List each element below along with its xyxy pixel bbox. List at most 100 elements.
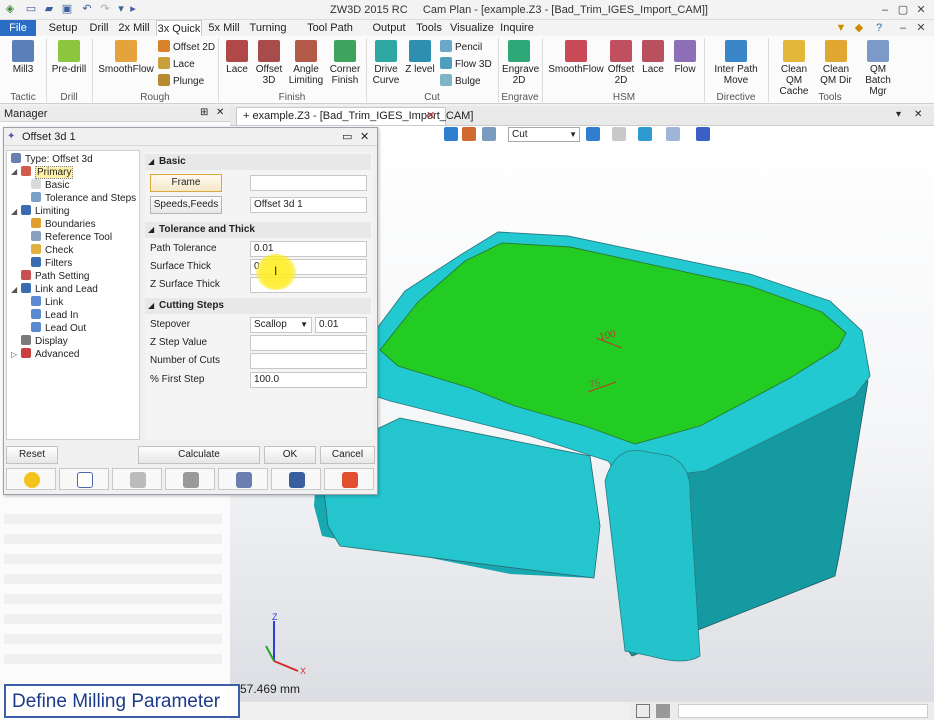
tree-link[interactable]: Link (31, 296, 63, 309)
dialog-minimize-button[interactable]: ▭ (342, 130, 352, 143)
hsm-lace-button[interactable]: Lace (638, 40, 668, 75)
stepover-mode-select[interactable]: Scallop ▼ (250, 317, 312, 333)
reset-button[interactable]: Reset (6, 446, 58, 464)
pin-icon[interactable]: ⊞ (200, 107, 208, 118)
tool-button[interactable] (218, 468, 268, 490)
inter-path-move-button[interactable]: Inter Path Move (710, 40, 762, 86)
cancel-button[interactable]: Cancel (320, 446, 375, 464)
section-basic[interactable]: ◢ Basic (145, 154, 371, 170)
tree-boundaries[interactable]: Boundaries (31, 218, 96, 231)
menu-2x-mill[interactable]: 2x Mill (116, 20, 152, 36)
close-window-button[interactable]: ✕ (914, 3, 928, 17)
rough-plunge-button[interactable]: Plunge (158, 74, 204, 90)
ribbon-option-icon[interactable]: ▼ (834, 21, 848, 35)
document-tab[interactable]: + example.Z3 - [Bad_Trim_IGES_Import_CAM… (236, 107, 473, 125)
menu-setup[interactable]: Setup (44, 20, 82, 36)
run-icon[interactable]: ▸ (126, 2, 140, 16)
tree-path-setting[interactable]: Path Setting (21, 270, 89, 283)
tree-reference-tool[interactable]: Reference Tool (31, 231, 112, 244)
offset-3d-button[interactable]: Offset 3D (254, 40, 284, 86)
collapse-icon[interactable]: ◢ (11, 285, 17, 294)
menu-3x-quick[interactable]: 3x Quick (156, 20, 202, 36)
tree-basic[interactable]: Basic (31, 179, 69, 192)
calculate-button[interactable]: Calculate (138, 446, 260, 464)
manager-close-icon[interactable]: ✕ (216, 107, 224, 118)
pre-drill-button[interactable]: Pre-drill (50, 40, 88, 75)
bulge-button[interactable]: Bulge (440, 74, 481, 90)
ok-button[interactable]: OK (264, 446, 316, 464)
viewport-close-icon[interactable]: ✕ (914, 109, 922, 120)
status-grid-icon[interactable] (656, 704, 670, 718)
new-file-icon[interactable]: ▭ (24, 2, 38, 16)
open-folder-icon[interactable]: ▰ (42, 2, 56, 16)
menu-5x-mill[interactable]: 5x Mill (206, 20, 242, 36)
redo-icon[interactable]: ↷ (98, 2, 112, 16)
machine-button[interactable] (165, 468, 215, 490)
doc-close-button[interactable]: ✕ (914, 21, 928, 35)
clean-qm-cache-button[interactable]: Clean QM Cache (772, 40, 816, 97)
menu-drill[interactable]: Drill (84, 20, 114, 36)
tree-tolerance[interactable]: Tolerance and Steps (31, 192, 136, 205)
hsm-flow-button[interactable]: Flow (670, 40, 700, 75)
finish-lace-button[interactable]: Lace (222, 40, 252, 75)
maximize-button[interactable]: ▢ (896, 3, 910, 17)
clean-qm-dir-button[interactable]: Clean QM Dir (818, 40, 854, 86)
rough-smoothflow-button[interactable]: SmoothFlow (98, 40, 154, 75)
save-params-button[interactable] (271, 468, 321, 490)
pencil-button[interactable]: Pencil (440, 40, 482, 56)
menu-turning[interactable]: Turning (248, 20, 288, 36)
hsm-offset-2d-button[interactable]: Offset 2D (606, 40, 636, 86)
section-cutting-steps[interactable]: ◢ Cutting Steps (145, 298, 371, 314)
corner-finish-button[interactable]: Corner Finish (328, 40, 362, 86)
save-icon[interactable]: ▣ (60, 2, 74, 16)
tree-advanced[interactable]: Advanced (21, 348, 79, 361)
speeds-feeds-field[interactable]: Offset 3d 1 (250, 197, 367, 213)
expand-icon[interactable]: ▷ (11, 350, 17, 359)
menu-file[interactable]: File (0, 20, 36, 36)
collapse-icon[interactable]: ◢ (11, 207, 17, 216)
rough-lace-button[interactable]: Lace (158, 57, 195, 73)
tree-lead-out[interactable]: Lead Out (31, 322, 86, 335)
help-icon[interactable]: ? (872, 21, 886, 35)
load-params-button[interactable] (324, 468, 374, 490)
collapse-icon[interactable]: ◢ (11, 167, 17, 176)
menu-output[interactable]: Output (370, 20, 408, 36)
edit-button[interactable] (59, 468, 109, 490)
speeds-feeds-button[interactable]: Speeds,Feeds (150, 196, 222, 214)
tab-list-icon[interactable]: ▾ (896, 109, 901, 120)
tree-lead-in[interactable]: Lead In (31, 309, 78, 322)
style-icon[interactable]: ◆ (852, 21, 866, 35)
tree-display[interactable]: Display (21, 335, 68, 348)
tree-link-and-lead[interactable]: Link and Lead (21, 283, 98, 296)
command-input[interactable] (678, 704, 928, 718)
number-of-cuts-input[interactable] (250, 353, 367, 369)
hsm-smoothflow-button[interactable]: SmoothFlow (548, 40, 604, 75)
mill3-button[interactable]: Mill3 (6, 40, 40, 75)
engrave-2d-button[interactable]: Engrave 2D (502, 40, 539, 86)
menu-tools[interactable]: Tools (414, 20, 444, 36)
tree-check[interactable]: Check (31, 244, 73, 257)
z-level-button[interactable]: Z level (404, 40, 436, 75)
minimize-button[interactable]: – (878, 3, 892, 17)
menu-tool-path-editor[interactable]: Tool Path Editor (294, 20, 366, 50)
section-tolerance[interactable]: ◢ Tolerance and Thick (145, 222, 371, 238)
tree-type[interactable]: Type: Offset 3d (11, 153, 93, 166)
status-toggle-icon[interactable] (636, 704, 650, 718)
first-step-input[interactable]: 100.0 (250, 372, 367, 388)
qm-batch-mgr-button[interactable]: QM Batch Mgr (856, 40, 900, 97)
dialog-close-button[interactable]: ✕ (360, 130, 369, 143)
menu-visualize[interactable]: Visualize (450, 20, 494, 36)
hint-button[interactable] (6, 468, 56, 490)
angle-limiting-button[interactable]: Angle Limiting (287, 40, 325, 86)
menu-inquire[interactable]: Inquire (498, 20, 536, 36)
frame-field[interactable] (250, 175, 367, 191)
flow-3d-button[interactable]: Flow 3D (440, 57, 492, 73)
stepover-value-input[interactable]: 0.01 (315, 317, 367, 333)
add-tab-icon[interactable]: + (243, 110, 249, 122)
tree-primary[interactable]: Primary (21, 166, 74, 179)
drive-curve-button[interactable]: Drive Curve (370, 40, 402, 86)
tab-close-icon[interactable]: ✕ (426, 109, 435, 122)
frame-button[interactable]: Frame (150, 174, 222, 192)
tree-limiting[interactable]: Limiting (21, 205, 69, 218)
tool-holder-button[interactable] (112, 468, 162, 490)
